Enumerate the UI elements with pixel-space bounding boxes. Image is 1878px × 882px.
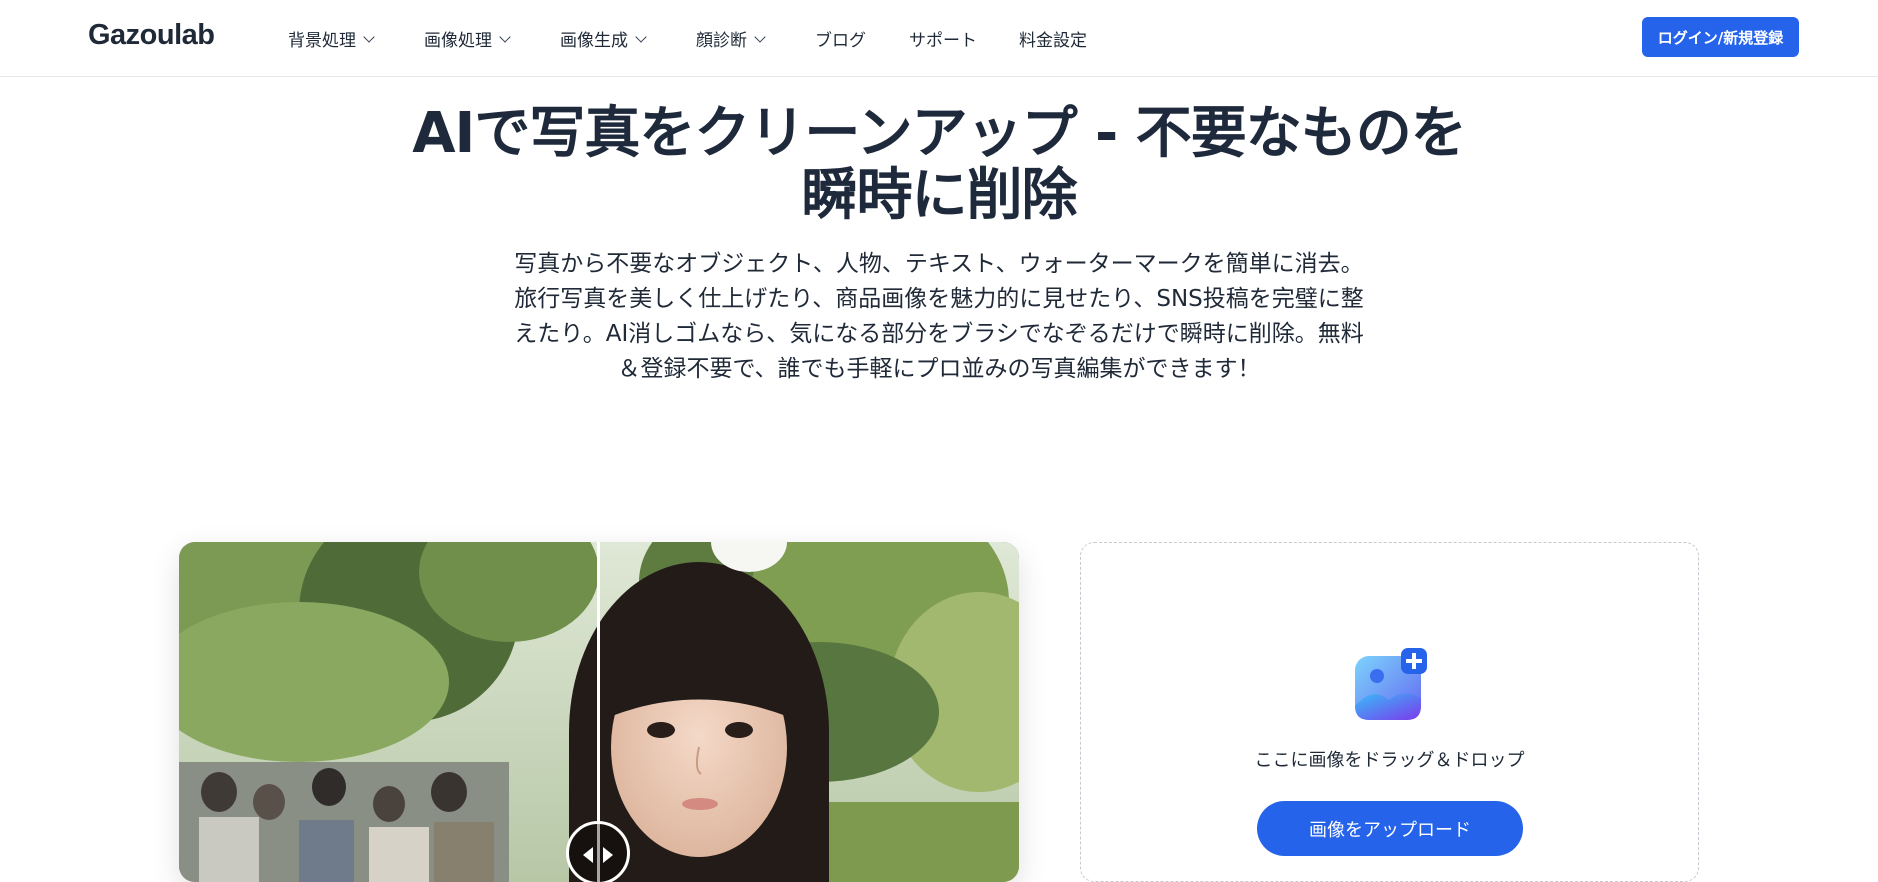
nav-item-label: サポート <box>909 31 977 51</box>
nav-item-blog[interactable]: ブログ <box>815 26 909 51</box>
site-header: Gazoulab 背景処理 画像処理 画像生成 顔診断 ブログ サポート 料金設… <box>0 0 1878 77</box>
nav-item-background[interactable]: 背景処理 <box>288 26 424 51</box>
arrow-left-icon <box>583 847 593 863</box>
arrow-right-icon <box>603 847 613 863</box>
nav-item-label: 画像処理 <box>424 31 492 51</box>
nav-item-label: 顔診断 <box>696 31 747 51</box>
chevron-down-icon <box>499 30 511 43</box>
chevron-down-icon <box>754 30 766 43</box>
nav-item-label: 背景処理 <box>288 31 356 51</box>
nav-item-face-diagnosis[interactable]: 顔診断 <box>696 26 815 51</box>
hero-description: 写真から不要なオブジェクト、人物、テキスト、ウォーターマークを簡単に消去。旅行写… <box>514 251 1364 382</box>
page-title: AIで写真をクリーンアップ - 不要なものを 瞬時に削除 <box>339 103 1539 227</box>
nav-item-label: ブログ <box>815 31 866 51</box>
main-nav: 背景処理 画像処理 画像生成 顔診断 ブログ サポート 料金設定 <box>288 0 1087 77</box>
image-add-icon <box>1353 648 1427 722</box>
upload-image-button[interactable]: 画像をアップロード <box>1257 801 1523 856</box>
chevron-down-icon <box>635 30 647 43</box>
dropzone-label: ここに画像をドラッグ＆ドロップ <box>1254 750 1525 771</box>
title-line-2: 瞬時に削除 <box>801 163 1078 228</box>
title-line-1: AIで写真をクリーンアップ - 不要なものを <box>412 101 1467 166</box>
nav-item-image-generation[interactable]: 画像生成 <box>560 26 696 51</box>
nav-item-support[interactable]: サポート <box>909 26 1019 51</box>
logo[interactable]: Gazoulab <box>88 19 215 52</box>
before-after-comparison[interactable] <box>179 542 1019 882</box>
nav-item-label: 料金設定 <box>1019 31 1087 51</box>
chevron-down-icon <box>363 30 375 43</box>
login-button[interactable]: ログイン/新規登録 <box>1642 17 1799 57</box>
nav-item-image-processing[interactable]: 画像処理 <box>424 26 560 51</box>
nav-item-label: 画像生成 <box>560 31 628 51</box>
upload-dropzone[interactable]: ここに画像をドラッグ＆ドロップ 画像をアップロード <box>1080 542 1699 882</box>
comparison-slider-handle[interactable] <box>566 821 630 882</box>
nav-item-pricing[interactable]: 料金設定 <box>1019 26 1087 51</box>
